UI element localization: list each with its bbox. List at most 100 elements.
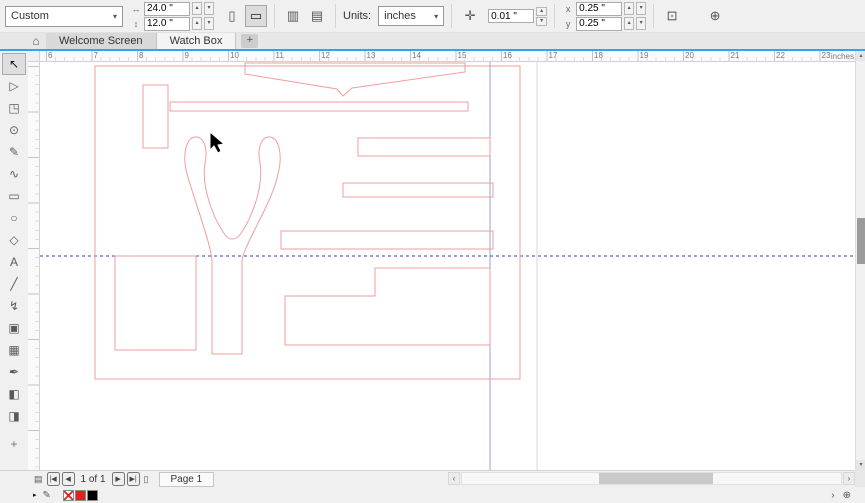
page-width-up-button[interactable]: ▴	[192, 2, 202, 15]
ruler-number: 7	[93, 51, 98, 60]
scroll-left-button[interactable]: ‹	[448, 472, 460, 485]
swatch-no-color[interactable]	[62, 489, 74, 501]
polygon-tool[interactable]: ◇	[2, 229, 26, 251]
horizontal-ruler[interactable]: inches 6 7 8 9 10 11 12 13 14 15 16 17 18 19 20 21 22 23	[40, 51, 855, 62]
page-size-current-page-button[interactable]: ▤	[306, 5, 328, 27]
scroll-right-button[interactable]: ›	[843, 472, 855, 485]
page-sorter-icon[interactable]: ▤	[32, 474, 45, 485]
scroll-up-button[interactable]: ▴	[856, 51, 865, 61]
add-page-icon[interactable]: ▯	[142, 474, 151, 485]
nudge-up-button[interactable]: ▴	[536, 6, 548, 16]
text-tool[interactable]: A	[2, 251, 26, 273]
swatch-red[interactable]	[74, 489, 86, 501]
vertical-ruler[interactable]	[28, 62, 40, 470]
page-height-down-button[interactable]: ▾	[204, 17, 214, 30]
interactive-fill-tool[interactable]: ◧	[2, 383, 26, 405]
page-width-down-button[interactable]: ▾	[204, 2, 214, 15]
separator	[653, 4, 655, 28]
shape-tool[interactable]: ▷	[2, 75, 26, 97]
wishbone-shape[interactable]	[184, 136, 281, 355]
rectangle-tool[interactable]: ▭	[2, 185, 26, 207]
bar-rect-2[interactable]	[342, 182, 494, 198]
new-tab-button[interactable]: +	[241, 34, 259, 48]
page-height-up-button[interactable]: ▴	[192, 17, 202, 30]
page-size-all-pages-button[interactable]: ▥	[282, 5, 304, 27]
freehand-tool[interactable]: ✎	[2, 141, 26, 163]
artistic-media-tool[interactable]: ∿	[2, 163, 26, 185]
nudge-down-button[interactable]: ▾	[536, 16, 548, 26]
duplicate-y-down-button[interactable]: ▾	[636, 17, 647, 30]
zoom-tool[interactable]: ⊙	[2, 119, 26, 141]
previous-page-button[interactable]: ◀	[61, 472, 75, 486]
ellipse-tool[interactable]: ○	[2, 207, 26, 229]
ruler-number: 20	[685, 51, 694, 60]
duplicate-y-icon: y	[565, 18, 571, 29]
crop-tool[interactable]: ◳	[2, 97, 26, 119]
top-lid-polygon[interactable]	[244, 62, 466, 97]
left-square[interactable]	[114, 255, 197, 351]
duplicate-y-up-button[interactable]: ▴	[624, 17, 635, 30]
ruler-number: 10	[230, 51, 239, 60]
mouse-cursor	[209, 130, 226, 154]
page-height-input[interactable]	[144, 16, 190, 31]
small-rect-top-left[interactable]	[142, 84, 169, 149]
swatch-black[interactable]	[86, 489, 98, 501]
ruler-number: 15	[457, 51, 467, 60]
drawing-canvas[interactable]	[40, 62, 855, 470]
tab-welcome-screen[interactable]: Welcome Screen	[46, 33, 157, 49]
toolbox-customize-button[interactable]: +	[2, 436, 26, 452]
portrait-button[interactable]: ▯	[221, 5, 243, 27]
vertical-scrollbar-thumb[interactable]	[857, 218, 865, 264]
tab-watch-box[interactable]: Watch Box	[156, 33, 237, 49]
page-preset-dropdown[interactable]: Custom ▾	[5, 5, 123, 27]
zoom-icon[interactable]: ⊕	[843, 490, 851, 501]
horizontal-bar[interactable]	[169, 101, 469, 112]
horizontal-scrollbar-thumb[interactable]	[599, 473, 713, 484]
page-width-input[interactable]	[144, 1, 190, 16]
duplicate-x-up-button[interactable]: ▴	[624, 2, 635, 15]
transparency-tool[interactable]: ▦	[2, 339, 26, 361]
home-button[interactable]: ⌂	[26, 33, 46, 49]
stepped-polygon[interactable]	[284, 267, 491, 346]
duplicate-x-input[interactable]	[576, 1, 623, 16]
bar-rect-1[interactable]	[357, 137, 491, 157]
pick-tool[interactable]: ↖	[2, 53, 26, 75]
scroll-more-icon[interactable]: ›	[831, 490, 834, 501]
duplicate-x-icon: x	[565, 3, 571, 14]
last-page-button[interactable]: ▶|	[126, 472, 140, 486]
dimension-tool[interactable]: ╱	[2, 273, 26, 295]
toolbox: ↖ ▷ ◳ ⊙ ✎ ∿ ▭ ○ ◇ A ╱ ↯ ▣ ▦ ✒ ◧ ◨ +	[0, 51, 28, 470]
treat-as-bounds-button[interactable]: ⊡	[661, 5, 683, 27]
drawing-svg	[40, 62, 855, 470]
add-button[interactable]: ⊕	[704, 5, 726, 27]
ruler-number: 23	[821, 51, 831, 60]
next-page-button[interactable]: ▶	[111, 472, 125, 486]
horizontal-scrollbar[interactable]	[461, 472, 842, 485]
ruler-number: 21	[730, 51, 740, 60]
ruler-number: 12	[321, 51, 330, 60]
main-outline-rect[interactable]	[94, 65, 521, 380]
units-dropdown[interactable]: inches ▾	[378, 6, 445, 26]
first-page-button[interactable]: |◀	[46, 472, 60, 486]
nudge-distance-input[interactable]	[488, 9, 535, 23]
connector-tool[interactable]: ↯	[2, 295, 26, 317]
document-tab-bar: ⌂ Welcome Screen Watch Box +	[0, 33, 865, 51]
ruler-number: 14	[412, 51, 421, 60]
page-tab[interactable]: Page 1	[158, 471, 215, 487]
all-pages-icon: ▥	[286, 8, 300, 23]
ruler-corner[interactable]	[28, 51, 40, 62]
drop-shadow-tool[interactable]: ▣	[2, 317, 26, 339]
ruler-number: 11	[275, 51, 284, 60]
smart-fill-tool[interactable]: ◨	[2, 405, 26, 427]
landscape-button[interactable]: ▭	[245, 5, 267, 27]
duplicate-x-down-button[interactable]: ▾	[636, 2, 647, 15]
status-bar: ▸ ✎ › ⊕	[0, 487, 865, 503]
eyedropper-tool[interactable]: ✒	[2, 361, 26, 383]
flyout-arrow-icon[interactable]: ▸	[33, 491, 37, 499]
document-color-swatches	[62, 489, 98, 501]
scroll-down-button[interactable]: ▾	[856, 460, 865, 470]
duplicate-y-input[interactable]	[576, 16, 623, 31]
ruler-number: 19	[639, 51, 649, 60]
bar-rect-3[interactable]	[280, 230, 494, 250]
vertical-scrollbar[interactable]: ▴ ▾	[855, 51, 865, 470]
